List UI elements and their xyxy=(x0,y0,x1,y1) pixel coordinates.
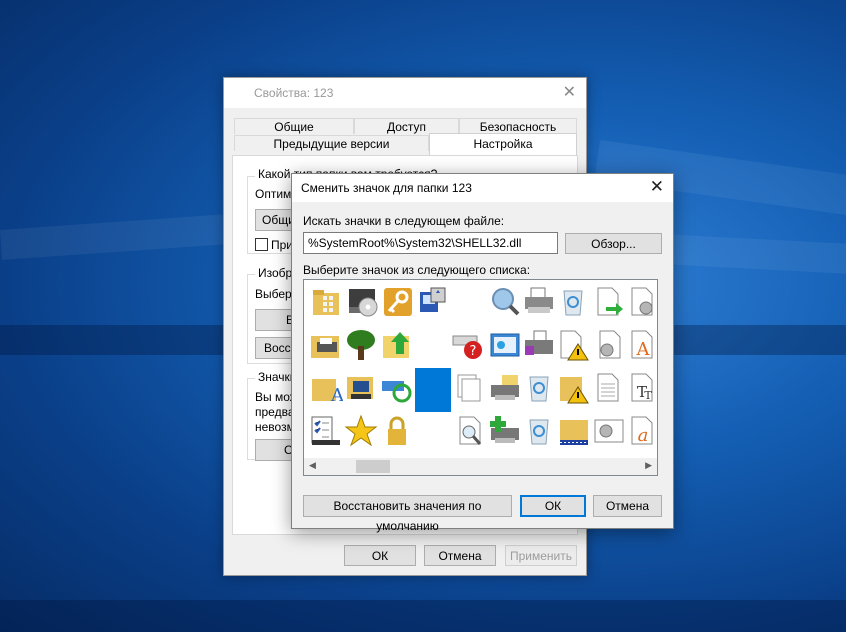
tab-security[interactable]: Безопасность xyxy=(459,118,577,134)
control-panel-icon[interactable] xyxy=(488,328,522,362)
tab-general[interactable]: Общие xyxy=(234,118,354,134)
folder-up-arrow-icon[interactable] xyxy=(380,328,414,362)
desktop-light-beam xyxy=(0,213,242,260)
text-document-icon[interactable] xyxy=(592,371,626,405)
svg-text:a: a xyxy=(638,425,649,446)
gear-window-icon[interactable] xyxy=(592,414,626,448)
svg-text:?: ? xyxy=(470,344,477,359)
icon-list-scrollbar[interactable]: ◀ ▶ xyxy=(304,458,657,475)
printer-folder-icon[interactable] xyxy=(488,371,522,405)
truetype-font-icon[interactable]: TT xyxy=(626,371,657,405)
tab-previous-versions[interactable]: Предыдущие версии xyxy=(234,135,429,151)
svg-text:T: T xyxy=(644,389,652,402)
cancel-button[interactable]: Отмена xyxy=(424,545,496,566)
properties-title: Свойства: 123 xyxy=(254,86,334,100)
close-icon[interactable]: ✕ xyxy=(650,177,664,197)
close-icon[interactable]: ✕ xyxy=(563,82,576,102)
document-arrow-icon[interactable] xyxy=(592,285,626,319)
tab-sharing[interactable]: Доступ xyxy=(354,118,459,134)
recycle-bin-icon[interactable] xyxy=(522,414,556,448)
tab-customize[interactable]: Настройка xyxy=(429,133,577,155)
warning-folder-icon[interactable] xyxy=(557,371,591,405)
dialog-cancel-button[interactable]: Отмена xyxy=(593,495,662,517)
scroll-right-icon[interactable]: ▶ xyxy=(645,460,652,471)
svg-text:A: A xyxy=(636,339,651,360)
restore-defaults-button[interactable]: Восстановить значения по умолчанию xyxy=(303,495,512,533)
icon-list[interactable]: ? A A TT a ◀ ▶ xyxy=(303,279,658,476)
gear-document-icon[interactable] xyxy=(592,328,626,362)
properties-titlebar: Свойства: 123 ✕ xyxy=(224,78,586,108)
svg-text:A: A xyxy=(330,385,343,405)
warning-document-icon[interactable] xyxy=(557,328,591,362)
stacked-pages-icon[interactable] xyxy=(454,371,488,405)
icon-list-label: Выберите значок из следующего списка: xyxy=(303,263,531,277)
checkbox-label: При xyxy=(271,238,294,252)
search-magnifier-icon[interactable] xyxy=(488,285,522,319)
dialog-title: Сменить значок для папки 123 xyxy=(301,181,472,195)
gear-document-icon[interactable] xyxy=(626,285,657,319)
fax-printer-icon[interactable] xyxy=(522,328,556,362)
change-icon-dialog: Сменить значок для папки 123 ✕ Искать зн… xyxy=(291,173,674,533)
checklist-icon[interactable] xyxy=(309,414,343,448)
computer-folder-icon[interactable] xyxy=(344,371,378,405)
recycle-bin-icon[interactable] xyxy=(522,371,556,405)
dialog-ok-button[interactable]: ОК xyxy=(520,495,586,517)
folder-icons-text: невозм xyxy=(255,420,295,434)
dvd-drive-icon[interactable] xyxy=(346,285,380,319)
scroll-thumb[interactable] xyxy=(356,460,390,473)
recycle-bin-icon[interactable] xyxy=(556,285,590,319)
ok-button[interactable]: ОК xyxy=(344,545,416,566)
font-a-italic-icon[interactable]: a xyxy=(626,414,657,448)
file-path-input[interactable]: %SystemRoot%\System32\SHELL32.dll xyxy=(303,232,558,254)
search-file-label: Искать значки в следующем файле: xyxy=(303,214,505,228)
scroll-left-icon[interactable]: ◀ xyxy=(309,460,316,471)
printer-icon[interactable] xyxy=(522,285,556,319)
dialog-titlebar: Сменить значок для папки 123 ✕ xyxy=(292,174,673,202)
tree-icon[interactable] xyxy=(344,328,378,362)
desktop-dark-band xyxy=(0,600,846,632)
printer-folder-icon[interactable] xyxy=(309,328,343,362)
key-folder-icon[interactable] xyxy=(381,285,415,319)
checkbox-icon[interactable] xyxy=(255,238,268,251)
blank-selected-icon[interactable] xyxy=(415,368,451,412)
padlock-icon[interactable] xyxy=(380,414,414,448)
browse-button[interactable]: Обзор... xyxy=(565,233,662,254)
add-printer-icon[interactable] xyxy=(488,414,522,448)
folder-icons-text: предва xyxy=(255,405,295,419)
apply-button[interactable]: Применить xyxy=(505,545,577,566)
sync-drive-icon[interactable] xyxy=(380,371,414,405)
search-document-icon[interactable] xyxy=(454,414,488,448)
apply-subfolders-checkbox[interactable]: При xyxy=(255,238,293,252)
font-a-icon[interactable]: A xyxy=(626,328,657,362)
star-icon[interactable] xyxy=(344,414,378,448)
network-computer-icon[interactable] xyxy=(415,285,449,319)
error-drive-icon[interactable]: ? xyxy=(451,328,485,362)
network-folder-icon[interactable] xyxy=(557,414,591,448)
folder-grid-icon[interactable] xyxy=(310,285,344,319)
folder-font-icon[interactable]: A xyxy=(309,371,343,405)
